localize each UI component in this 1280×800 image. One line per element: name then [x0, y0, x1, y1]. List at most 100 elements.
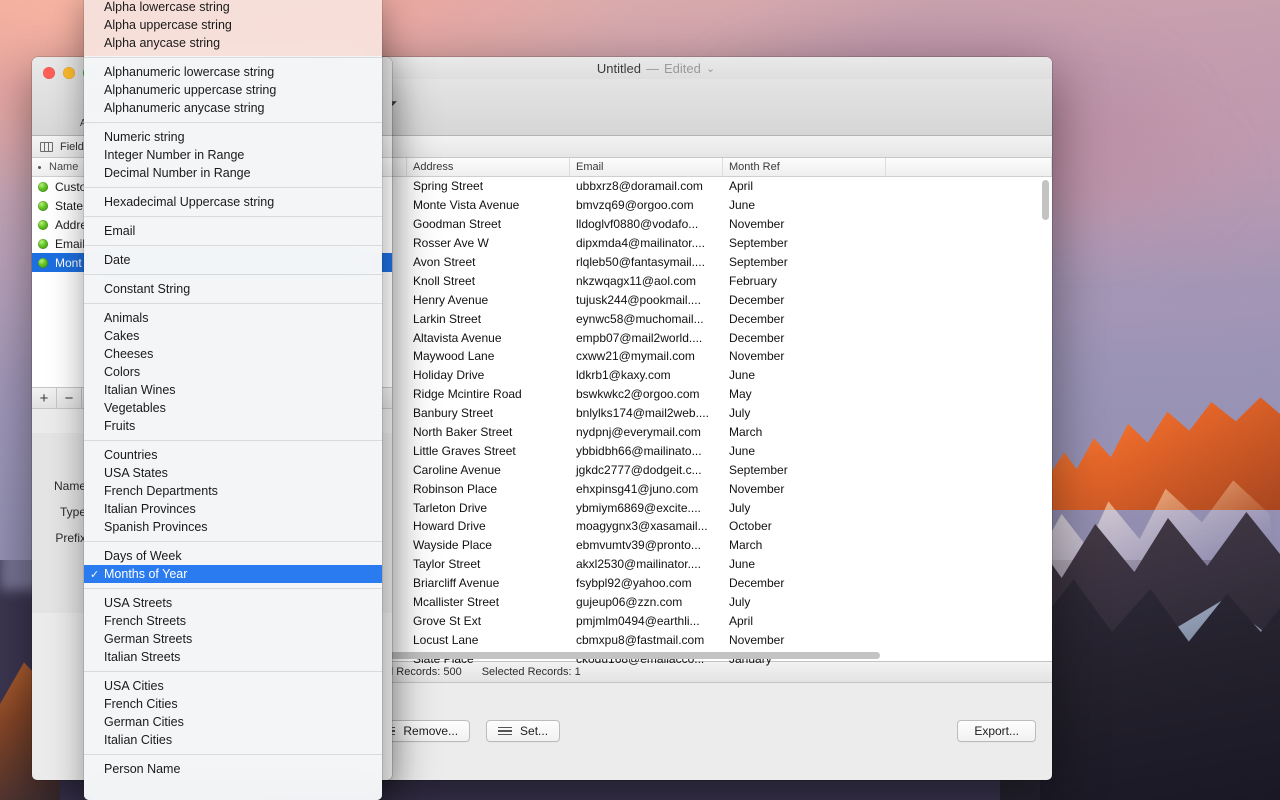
list-icon: [498, 727, 512, 736]
menu-item[interactable]: Days of Week: [84, 547, 382, 565]
menu-item[interactable]: Alphanumeric anycase string: [84, 99, 382, 117]
column-header-email[interactable]: Email: [570, 158, 723, 176]
menu-item[interactable]: Animals: [84, 309, 382, 327]
table-cell: Caroline Avenue: [407, 463, 570, 477]
field-list-item-label: Addre: [55, 218, 87, 232]
table-cell: December: [723, 312, 886, 326]
table-cell: July: [723, 406, 886, 420]
menu-item[interactable]: French Cities: [84, 695, 382, 713]
menu-group: Numeric stringInteger Number in Range Dec…: [84, 122, 382, 182]
menu-item-label: USA States: [104, 466, 168, 480]
menu-item[interactable]: Italian Provinces: [84, 500, 382, 518]
table-cell: Avon Street: [407, 255, 570, 269]
menu-item[interactable]: Cakes: [84, 327, 382, 345]
menu-item[interactable]: German Cities: [84, 713, 382, 731]
menu-item[interactable]: Spanish Provinces: [84, 518, 382, 536]
menu-item[interactable]: Vegetables: [84, 399, 382, 417]
field-list-item-label: State: [55, 199, 83, 213]
menu-item[interactable]: USA States: [84, 464, 382, 482]
minimize-button[interactable]: [63, 67, 75, 79]
menu-item-label: French Cities: [104, 697, 178, 711]
set-button[interactable]: Set...: [486, 720, 560, 742]
menu-item[interactable]: ✓Months of Year: [84, 565, 382, 583]
scrollbar-thumb[interactable]: [1042, 180, 1049, 220]
menu-item[interactable]: Fruits: [84, 417, 382, 435]
menu-item[interactable]: Countries: [84, 446, 382, 464]
export-button[interactable]: Export...: [957, 720, 1036, 742]
remove-field-button[interactable]: −: [57, 388, 82, 409]
menu-item[interactable]: French Streets: [84, 612, 382, 630]
menu-item[interactable]: Alpha lowercase string: [84, 0, 382, 16]
bullet-icon: [38, 166, 41, 169]
menu-item[interactable]: Decimal Number in Range: [84, 164, 382, 182]
window-edited-state: Edited: [664, 61, 701, 76]
menu-item-label: Fruits: [104, 419, 135, 433]
column-header-spacer: [886, 158, 1052, 176]
menu-item[interactable]: Hexadecimal Uppercase string: [84, 193, 382, 211]
menu-item[interactable]: Italian Cities: [84, 731, 382, 749]
table-cell: Spring Street: [407, 179, 570, 193]
field-type-dropdown-menu[interactable]: Alpha lowercase stringAlpha uppercase st…: [84, 0, 382, 800]
menu-item-label: Animals: [104, 311, 148, 325]
scrollbar-thumb-horizontal[interactable]: [388, 652, 880, 659]
table-cell: December: [723, 576, 886, 590]
menu-item[interactable]: Integer Number in Range: [84, 146, 382, 164]
menu-item-label: Decimal Number in Range: [104, 166, 251, 180]
menu-item[interactable]: Italian Streets: [84, 648, 382, 666]
table-cell: cbmxpu8@fastmail.com: [570, 633, 723, 647]
table-cell: ybmiym6869@excite....: [570, 501, 723, 515]
table-cell: May: [723, 387, 886, 401]
menu-item[interactable]: Colors: [84, 363, 382, 381]
menu-group: USA Cities French Cities German CitiesItal…: [84, 671, 382, 749]
menu-item-label: Alphanumeric lowercase string: [104, 65, 274, 79]
menu-item[interactable]: Alpha uppercase string: [84, 16, 382, 34]
menu-group: Email: [84, 216, 382, 240]
menu-item[interactable]: USA Streets: [84, 594, 382, 612]
checkmark-icon: ✓: [90, 568, 99, 581]
table-cell: June: [723, 444, 886, 458]
menu-item-label: Vegetables: [104, 401, 166, 415]
menu-group: Person Name: [84, 754, 382, 778]
table-cell: June: [723, 368, 886, 382]
menu-item[interactable]: Alphanumeric uppercase string: [84, 81, 382, 99]
field-status-icon: [38, 258, 48, 268]
add-field-button[interactable]: +: [32, 388, 57, 409]
menu-group: Hexadecimal Uppercase string: [84, 187, 382, 211]
table-cell: ldkrb1@kaxy.com: [570, 368, 723, 382]
column-header-address[interactable]: Address: [407, 158, 570, 176]
menu-group: Animals CakesCheesesColorsItalian Wines Ve…: [84, 303, 382, 435]
menu-item-label: Email: [104, 224, 135, 238]
menu-item[interactable]: German Streets: [84, 630, 382, 648]
field-status-icon: [38, 220, 48, 230]
table-cell: November: [723, 482, 886, 496]
chevron-down-icon[interactable]: ⌄: [706, 62, 715, 75]
menu-item[interactable]: Cheeses: [84, 345, 382, 363]
table-cell: September: [723, 236, 886, 250]
menu-item[interactable]: Alphanumeric lowercase string: [84, 63, 382, 81]
menu-item[interactable]: Italian Wines: [84, 381, 382, 399]
menu-item[interactable]: Person Name: [84, 760, 382, 778]
menu-item-label: Countries: [104, 448, 158, 462]
table-cell: Holiday Drive: [407, 368, 570, 382]
table-cell: rlqleb50@fantasymail....: [570, 255, 723, 269]
menu-item[interactable]: Email: [84, 222, 382, 240]
table-cell: April: [723, 614, 886, 628]
table-vertical-scrollbar[interactable]: [1042, 180, 1050, 658]
table-cell: Taylor Street: [407, 557, 570, 571]
menu-item[interactable]: Alpha anycase string: [84, 34, 382, 52]
menu-item[interactable]: Date: [84, 251, 382, 269]
table-cell: July: [723, 595, 886, 609]
menu-item[interactable]: Constant String: [84, 280, 382, 298]
menu-items-container: Alpha lowercase stringAlpha uppercase st…: [84, 0, 382, 778]
menu-item[interactable]: French Departments: [84, 482, 382, 500]
column-header-month-ref[interactable]: Month Ref: [723, 158, 886, 176]
menu-item[interactable]: USA Cities: [84, 677, 382, 695]
menu-item[interactable]: Numeric string: [84, 128, 382, 146]
table-cell: Grove St Ext: [407, 614, 570, 628]
menu-group: Days of Week✓Months of Year: [84, 541, 382, 583]
table-cell: September: [723, 255, 886, 269]
close-button[interactable]: [43, 67, 55, 79]
table-cell: Howard Drive: [407, 519, 570, 533]
table-cell: bswkwkc2@orgoo.com: [570, 387, 723, 401]
menu-group: USA StreetsFrench StreetsGerman StreetsI…: [84, 588, 382, 666]
